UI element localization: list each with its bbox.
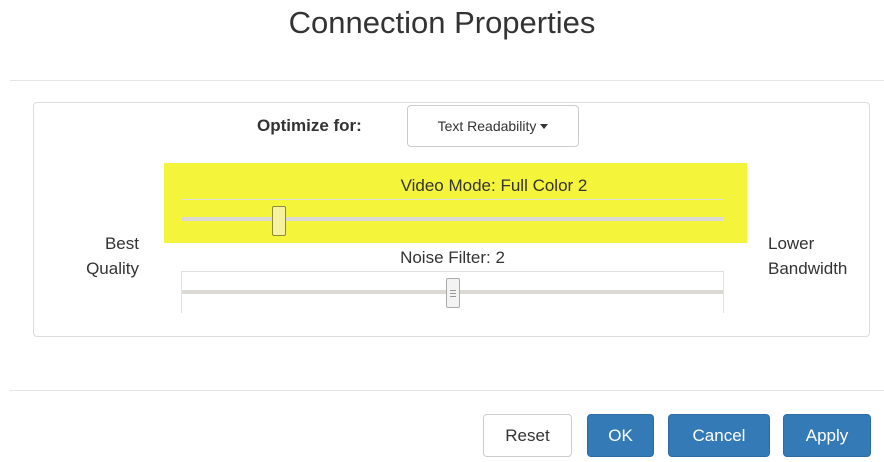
lower-bandwidth-label: Lower Bandwidth xyxy=(768,231,847,281)
video-mode-track xyxy=(182,217,723,221)
caret-down-icon xyxy=(540,123,549,129)
best-quality-label: Best Quality xyxy=(86,231,139,281)
optimize-for-label: Optimize for: xyxy=(257,116,362,135)
video-mode-slider-handle[interactable] xyxy=(272,206,286,236)
footer-divider xyxy=(10,390,884,391)
ok-button[interactable]: OK xyxy=(587,414,654,457)
grip-icon xyxy=(450,290,456,291)
video-mode-slider[interactable] xyxy=(181,199,724,241)
dialog-title: Connection Properties xyxy=(288,5,596,40)
settings-panel: Optimize for: Text Readability Video Mod… xyxy=(33,102,870,337)
noise-filter-slider[interactable] xyxy=(181,271,724,313)
noise-filter-slider-handle[interactable] xyxy=(446,278,460,308)
grip-line xyxy=(450,296,456,297)
header-divider xyxy=(10,80,884,81)
video-mode-label: Video Mode: Full Color 2 xyxy=(400,176,588,195)
bandwidth-label: Bandwidth xyxy=(768,259,848,278)
cancel-button[interactable]: Cancel xyxy=(668,414,770,457)
noise-filter-label: Noise Filter: 2 xyxy=(400,248,505,267)
lower-label: Lower xyxy=(768,234,815,253)
optimize-for-value: Text Readability xyxy=(437,118,537,134)
reset-button[interactable]: Reset xyxy=(483,414,572,457)
apply-button[interactable]: Apply xyxy=(783,414,871,457)
quality-label: Quality xyxy=(86,259,139,278)
grip-line xyxy=(450,293,456,294)
optimize-for-dropdown[interactable]: Text Readability xyxy=(407,105,579,147)
best-label: Best xyxy=(104,234,139,253)
